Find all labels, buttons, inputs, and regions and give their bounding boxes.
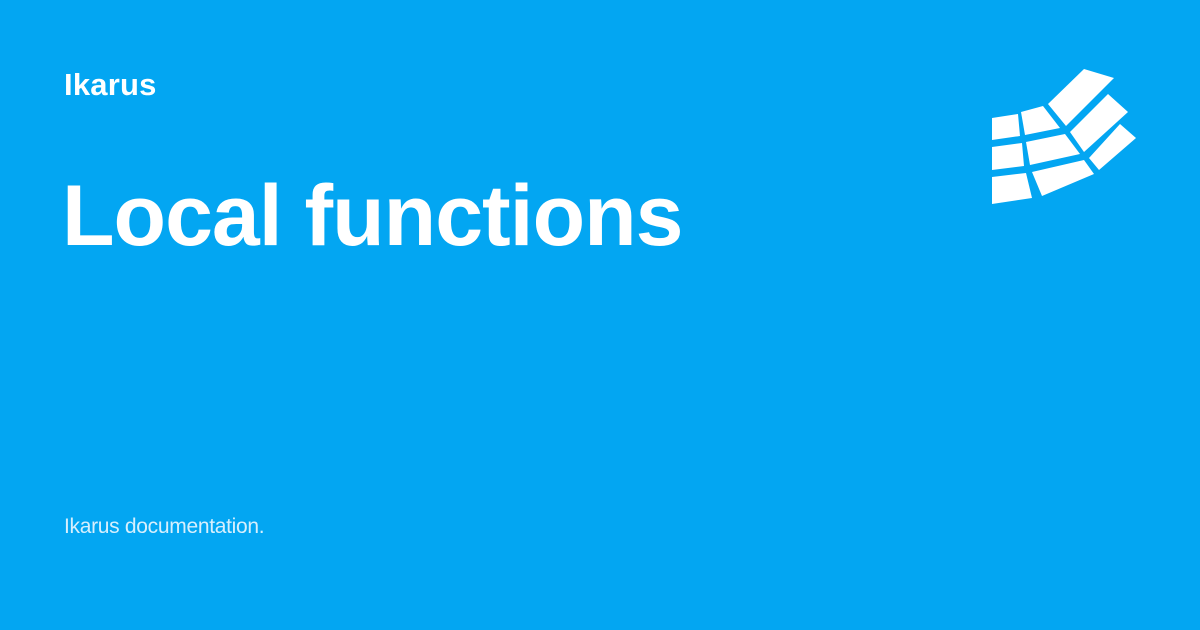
site-name: Ikarus bbox=[64, 67, 157, 102]
page-description: Ikarus documentation. bbox=[64, 515, 265, 538]
social-card: Ikarus Local functions Ikarus documentat… bbox=[0, 0, 1200, 630]
page-title: Local functions bbox=[62, 168, 683, 264]
ikarus-wing-grid-icon bbox=[988, 66, 1138, 208]
